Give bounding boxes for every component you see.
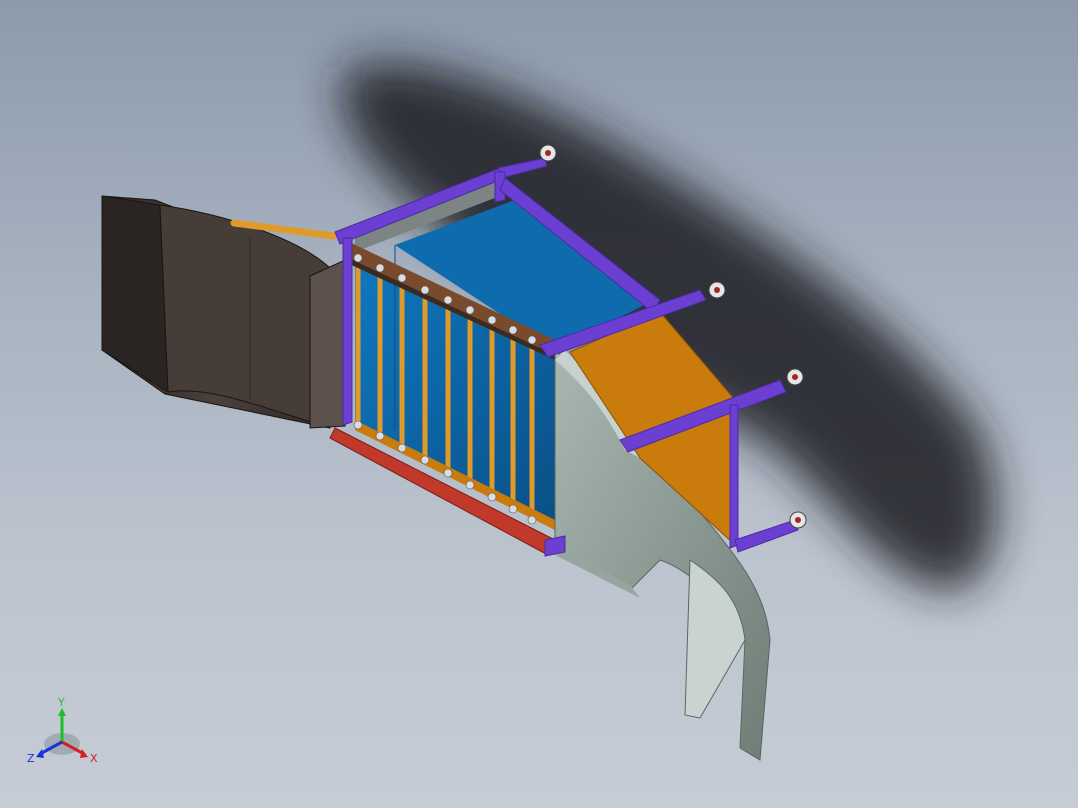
z-axis-arrow [36, 749, 44, 758]
triad-y-label: Y [57, 696, 65, 709]
triad-z-label: Z [27, 752, 35, 765]
orientation-triad[interactable]: Y X Z [22, 694, 106, 770]
y-axis-arrow [58, 708, 66, 716]
cad-viewport[interactable]: Y X Z [0, 0, 1078, 808]
cad-model-view[interactable] [0, 0, 1078, 808]
triad-x-label: X [90, 752, 98, 765]
x-axis-arrow [80, 749, 88, 758]
